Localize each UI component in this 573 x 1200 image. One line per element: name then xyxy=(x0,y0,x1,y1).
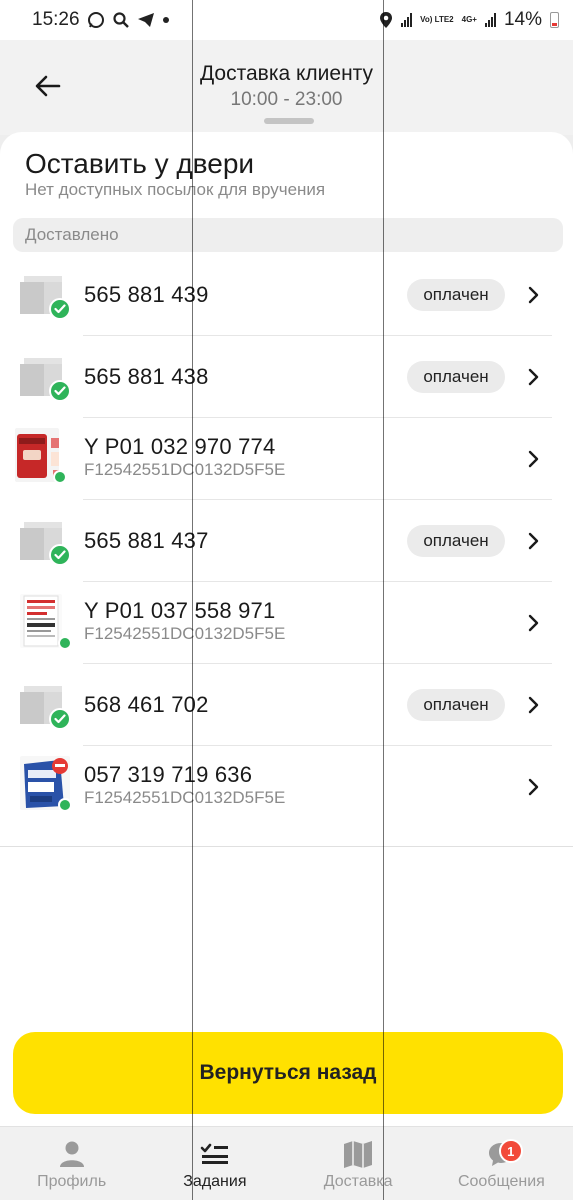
notification-badge: 1 xyxy=(498,1139,523,1163)
check-icon xyxy=(49,708,71,730)
person-icon xyxy=(57,1139,87,1169)
parcel-row[interactable]: 057 319 719 636 F12542551DC0132D5F5E xyxy=(0,746,573,828)
parcel-row[interactable]: 568 461 702 оплачен xyxy=(0,664,573,746)
chevron-right-icon xyxy=(524,366,544,388)
parcel-thumbnail xyxy=(15,428,69,484)
parcel-number: 568 461 702 xyxy=(84,692,209,717)
parcel-row[interactable]: 565 881 438 оплачен xyxy=(0,336,573,418)
signal-icon-2 xyxy=(484,13,496,27)
status-dot xyxy=(53,470,67,484)
parcel-row[interactable]: Y P01 032 970 774 F12542551DC0132D5F5E xyxy=(0,418,573,500)
parcel-thumbnail xyxy=(17,678,71,732)
check-icon xyxy=(49,544,71,566)
parcel-number: 565 881 439 xyxy=(84,282,209,307)
parcel-thumbnail xyxy=(20,756,74,812)
search-icon xyxy=(112,11,130,29)
parcel-row[interactable]: 565 881 439 оплачен xyxy=(0,254,573,336)
sheet-title: Оставить у двери xyxy=(25,148,255,179)
location-icon xyxy=(379,11,393,29)
tab-label: Задания xyxy=(183,1173,247,1190)
parcel-number: 057 319 719 636 xyxy=(84,762,253,787)
delivery-time-window: 10:00 - 23:00 xyxy=(230,89,343,110)
parcel-row[interactable]: 565 881 437 оплачен xyxy=(0,500,573,582)
parcel-number: Y P01 037 558 971 xyxy=(84,598,276,623)
status-badge: оплачен xyxy=(407,689,505,721)
parcel-number: Y P01 032 970 774 xyxy=(84,434,276,459)
battery-icon xyxy=(550,12,559,28)
tab-label: Доставка xyxy=(323,1173,393,1190)
parcel-thumbnail xyxy=(17,514,71,568)
dot-icon xyxy=(162,16,170,24)
bottom-tab-bar: Профиль Задания Доставка 1 Сообщения xyxy=(0,1126,573,1200)
sheet-subtitle: Нет доступных посылок для вручения xyxy=(25,180,326,199)
parcel-code: F12542551DC0132D5F5E xyxy=(84,460,286,479)
status-bar: 15:26 Vo) LTE2 4G+ 14% xyxy=(0,0,573,40)
chevron-right-icon xyxy=(524,530,544,552)
check-icon xyxy=(49,298,71,320)
battery-percent: 14% xyxy=(503,9,542,30)
tab-messages[interactable]: 1 Сообщения xyxy=(430,1127,573,1200)
product-image xyxy=(20,594,62,648)
chevron-right-icon xyxy=(524,612,544,634)
signal-icon xyxy=(401,13,413,27)
back-cta-button[interactable]: Вернуться назад xyxy=(13,1032,563,1114)
parcel-code: F12542551DC0132D5F5E xyxy=(84,624,286,643)
parcel-number: 565 881 438 xyxy=(84,364,209,389)
chevron-right-icon xyxy=(524,448,544,470)
parcel-row[interactable]: Y P01 037 558 971 F12542551DC0132D5F5E xyxy=(0,582,573,664)
sheet-grabber[interactable] xyxy=(264,118,314,124)
tab-profile[interactable]: Профиль xyxy=(0,1127,143,1200)
map-icon xyxy=(343,1139,373,1169)
network-label-2: 4G+ xyxy=(461,15,477,24)
chevron-right-icon xyxy=(524,694,544,716)
parcel-list: 565 881 439 оплачен 565 881 438 оплачен xyxy=(0,254,573,828)
tab-delivery[interactable]: Доставка xyxy=(287,1127,430,1200)
parcel-code: F12542551DC0132D5F5E xyxy=(84,788,286,807)
bottom-sheet: Оставить у двери Нет доступных посылок д… xyxy=(0,132,573,1126)
network-label-1: Vo) LTE2 xyxy=(420,15,454,24)
header: Доставка клиенту 10:00 - 23:00 xyxy=(0,40,573,135)
status-dot xyxy=(58,798,72,812)
check-icon xyxy=(49,380,71,402)
parcel-number: 565 881 437 xyxy=(84,528,209,553)
telegram-icon xyxy=(137,11,155,29)
parcel-thumbnail xyxy=(17,350,71,404)
tasks-icon xyxy=(200,1139,230,1169)
whatsapp-icon xyxy=(87,11,105,29)
section-header-delivered: Доставлено xyxy=(13,218,563,252)
divider xyxy=(0,846,573,847)
status-badge: оплачен xyxy=(407,361,505,393)
tab-label: Профиль xyxy=(37,1173,107,1190)
chevron-right-icon xyxy=(524,776,544,798)
page-title: Доставка клиенту xyxy=(199,62,374,85)
status-time: 15:26 xyxy=(32,9,80,30)
status-dot xyxy=(58,636,72,650)
chevron-right-icon xyxy=(524,284,544,306)
parcel-thumbnail xyxy=(17,268,71,322)
status-badge: оплачен xyxy=(407,279,505,311)
status-badge: оплачен xyxy=(407,525,505,557)
tab-label: Сообщения xyxy=(457,1173,545,1190)
parcel-thumbnail xyxy=(20,594,74,650)
tab-tasks[interactable]: Задания xyxy=(143,1127,286,1200)
